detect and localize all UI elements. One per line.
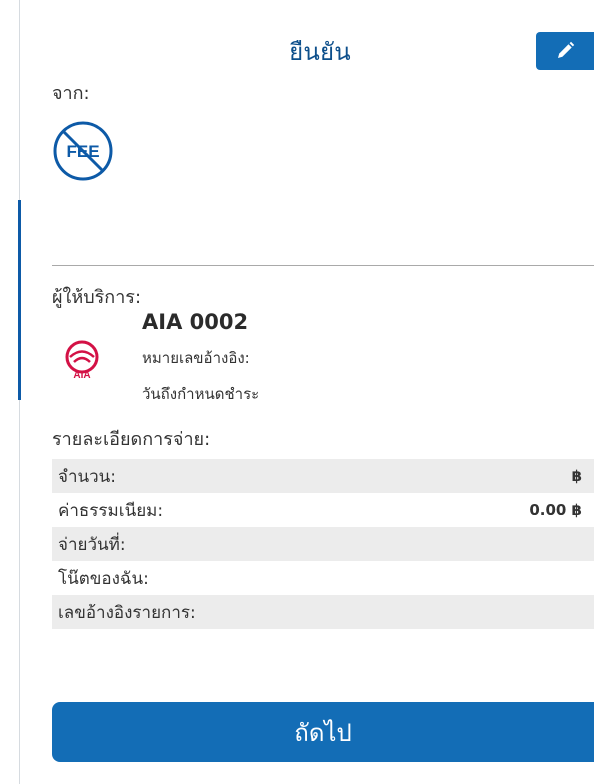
edit-button[interactable] [536,32,594,70]
section-divider [52,265,594,266]
page-title: ยืนยัน [289,38,351,66]
detail-row-note: โน๊ตของฉัน: [52,561,594,595]
provider-reference-label: หมายเลขอ้างอิง: [142,349,250,367]
pencil-icon [558,41,575,58]
detail-label: ค่าธรรมเนียม: [58,500,164,521]
from-label: จาก: [52,83,90,104]
detail-row-fee: ค่าธรรมเนียม: 0.00 ฿ [52,493,594,527]
detail-label: โน๊ตของฉัน: [58,568,149,589]
aia-logo-text: AIA [73,370,90,380]
fee-icon: FEE [53,121,113,181]
next-button[interactable]: ถัดไป [52,702,594,762]
detail-row-pay-date: จ่ายวันที่: [52,527,594,561]
detail-label: จำนวน: [58,466,117,487]
provider-label: ผู้ให้บริการ: [52,287,142,308]
detail-value: ฿ [571,467,582,485]
detail-label: เลขอ้างอิงรายการ: [58,602,196,623]
detail-value: 0.00 ฿ [529,501,582,519]
detail-row-amount: จำนวน: ฿ [52,459,594,493]
left-rail-accent [18,200,21,400]
aia-logo: AIA [65,340,99,380]
fee-icon-text: FEE [66,142,99,161]
detail-row-transaction-ref: เลขอ้างอิงรายการ: [52,595,594,629]
provider-due-date-label: วันถึงกำหนดชำระ [142,385,260,403]
provider-name: AIA 0002 [142,310,249,334]
payment-details-table: จำนวน: ฿ ค่าธรรมเนียม: 0.00 ฿ จ่ายวันที่… [52,459,594,629]
detail-label: จ่ายวันที่: [58,534,126,555]
payment-details-label: รายละเอียดการจ่าย: [52,429,211,450]
